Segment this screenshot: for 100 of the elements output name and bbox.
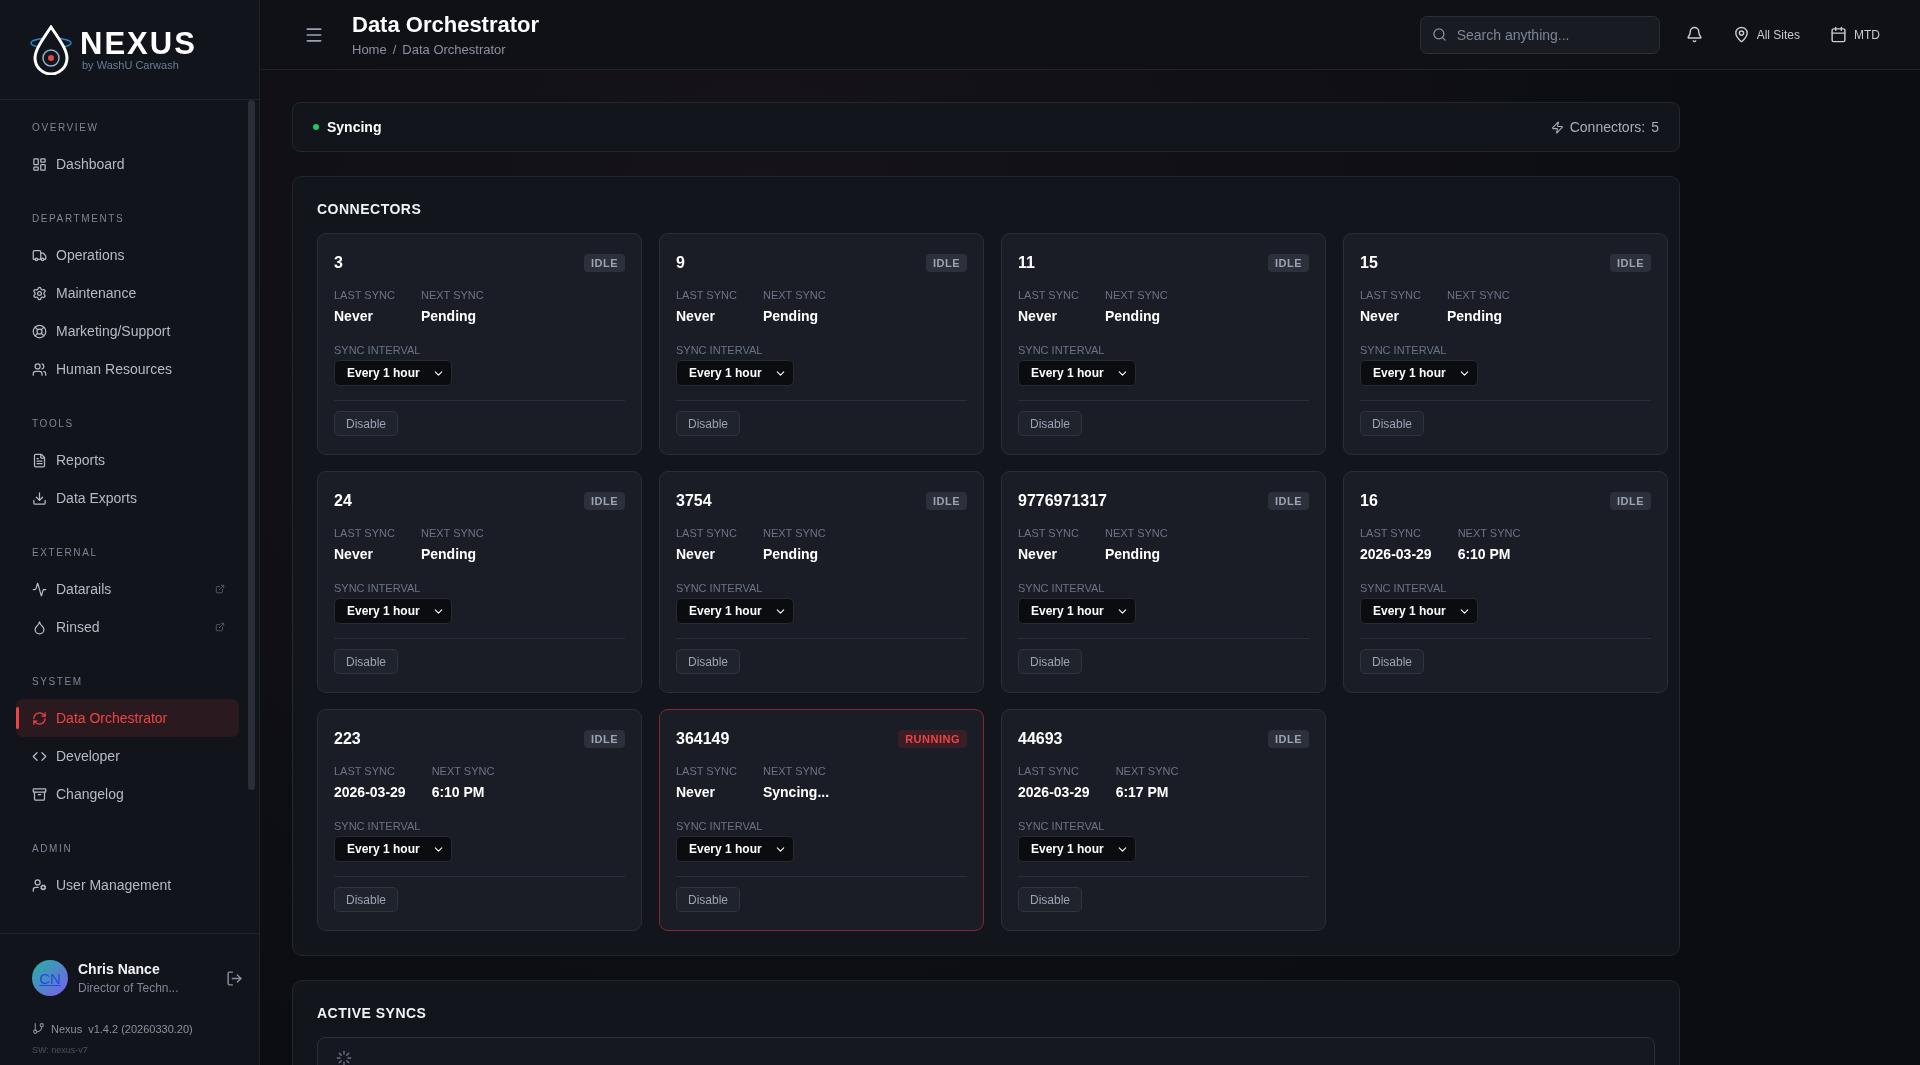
interval-select[interactable]: Every 1 hour xyxy=(1360,598,1478,624)
disable-button[interactable]: Disable xyxy=(1360,649,1425,674)
status-badge: IDLE xyxy=(583,254,625,272)
version-text: v1.4.2 (20260330.20) xyxy=(88,1022,193,1035)
connector-name: 11 xyxy=(1018,254,1035,272)
field-label: LAST SYNC xyxy=(1360,527,1422,539)
disable-button[interactable]: Disable xyxy=(676,887,741,912)
section-heading: CONNECTORS xyxy=(317,201,423,217)
status-badge: IDLE xyxy=(925,492,967,510)
disable-button[interactable]: Disable xyxy=(1018,649,1083,674)
nav-item[interactable]: Operations xyxy=(16,236,239,274)
nav-item[interactable]: Maintenance xyxy=(16,274,239,312)
interval-select[interactable]: Every 1 hour xyxy=(1360,360,1478,386)
field-label: LAST SYNC xyxy=(334,289,395,301)
section-title: TOOLS xyxy=(32,418,75,429)
interval-select[interactable]: Every 1 hour xyxy=(676,598,794,624)
disable-button[interactable]: Disable xyxy=(334,649,399,674)
section-title: ADMIN xyxy=(32,843,74,854)
next-sync-value: Syncing... xyxy=(762,784,830,800)
nav-item[interactable]: Developer xyxy=(16,737,239,775)
last-sync-value: Never xyxy=(676,308,716,324)
next-sync-value: Pending xyxy=(1446,308,1504,324)
last-sync-value: Never xyxy=(676,546,716,562)
user-name: Chris Nance xyxy=(78,961,161,977)
field-label: LAST SYNC xyxy=(676,527,737,539)
nav-item[interactable]: Datarails xyxy=(16,570,239,608)
interval-select[interactable]: Every 1 hour xyxy=(676,836,794,862)
field-label: LAST SYNC xyxy=(1018,527,1079,539)
site-selector[interactable]: All Sites xyxy=(1732,26,1800,43)
status-badge: IDLE xyxy=(1267,254,1309,272)
field-label: NEXT SYNC xyxy=(1115,765,1179,777)
section-title: DEPARTMENTS xyxy=(32,213,126,224)
last-sync-value: Never xyxy=(334,308,374,324)
disable-button[interactable]: Disable xyxy=(676,411,741,436)
connectors-label: Connectors: xyxy=(1569,119,1646,135)
interval-select[interactable]: Every 1 hour xyxy=(1018,598,1136,624)
interval-select[interactable]: Every 1 hour xyxy=(334,598,452,624)
next-sync-value: 6:10 PM xyxy=(431,784,486,800)
field-label: NEXT SYNC xyxy=(1446,289,1510,301)
status-badge: IDLE xyxy=(1267,492,1309,510)
nav-item[interactable]: Reports xyxy=(16,441,239,479)
field-label: SYNC INTERVAL xyxy=(1018,820,1106,832)
page-title: Data Orchestrator xyxy=(352,12,540,38)
field-label: NEXT SYNC xyxy=(1457,527,1521,539)
disable-button[interactable]: Disable xyxy=(334,887,399,912)
last-sync-value: 2026-03-29 xyxy=(1360,546,1432,562)
interval-select[interactable]: Every 1 hour xyxy=(1018,360,1136,386)
nav-item[interactable]: Human Resources xyxy=(16,350,239,388)
connector-name: 223 xyxy=(334,730,361,748)
field-label: SYNC INTERVAL xyxy=(1360,582,1448,594)
disable-button[interactable]: Disable xyxy=(1018,887,1083,912)
disable-button[interactable]: Disable xyxy=(1360,411,1425,436)
status-badge: IDLE xyxy=(1609,254,1651,272)
field-label: LAST SYNC xyxy=(334,527,395,539)
logo-subtitle: by WashU Carwash xyxy=(82,59,180,71)
breadcrumb-link[interactable]: Home xyxy=(352,42,387,57)
nav-item[interactable]: Rinsed xyxy=(16,608,239,646)
disable-button[interactable]: Disable xyxy=(334,411,399,436)
field-label: SYNC INTERVAL xyxy=(676,344,764,356)
next-sync-value: Pending xyxy=(762,546,820,562)
status-label: Syncing xyxy=(327,119,382,135)
period-selector[interactable]: MTD xyxy=(1830,26,1880,43)
nav-item[interactable]: Data Orchestrator xyxy=(16,699,239,737)
status-badge: IDLE xyxy=(1267,730,1309,748)
user-role: Director of Techn... xyxy=(78,981,180,995)
nav-item[interactable]: Changelog xyxy=(16,775,239,813)
status-badge: IDLE xyxy=(583,730,625,748)
interval-select[interactable]: Every 1 hour xyxy=(334,360,452,386)
app-name: Nexus xyxy=(51,1022,83,1035)
interval-select[interactable]: Every 1 hour xyxy=(1018,836,1136,862)
nav-item[interactable]: Dashboard xyxy=(16,145,239,183)
field-label: LAST SYNC xyxy=(1018,289,1079,301)
field-label: NEXT SYNC xyxy=(1104,289,1168,301)
interval-select[interactable]: Every 1 hour xyxy=(676,360,794,386)
disable-button[interactable]: Disable xyxy=(676,649,741,674)
disable-button[interactable]: Disable xyxy=(1018,411,1083,436)
last-sync-value: Never xyxy=(1018,308,1058,324)
connector-name: 9776971317 xyxy=(1018,492,1107,510)
field-label: SYNC INTERVAL xyxy=(676,820,764,832)
field-label: LAST SYNC xyxy=(676,289,737,301)
nav-item[interactable]: User Management xyxy=(16,866,239,904)
last-sync-value: Never xyxy=(334,546,374,562)
next-sync-value: 6:10 PM xyxy=(1457,546,1512,562)
next-sync-value: Pending xyxy=(762,308,820,324)
field-label: SYNC INTERVAL xyxy=(334,582,422,594)
field-label: SYNC INTERVAL xyxy=(1360,344,1448,356)
next-sync-value: Pending xyxy=(420,308,478,324)
field-label: SYNC INTERVAL xyxy=(334,820,422,832)
nav-item[interactable]: Data Exports xyxy=(16,479,239,517)
search-field[interactable]: Search anything... xyxy=(1419,15,1660,54)
nav-item[interactable]: Marketing/Support xyxy=(16,312,239,350)
field-label: SYNC INTERVAL xyxy=(1018,344,1106,356)
next-sync-value: 6:17 PM xyxy=(1115,784,1170,800)
section-title: EXTERNAL xyxy=(32,547,99,558)
field-label: NEXT SYNC xyxy=(420,527,484,539)
field-label: LAST SYNC xyxy=(1360,289,1421,301)
last-sync-value: 2026-03-29 xyxy=(334,784,406,800)
app-logo-title: NEXUS xyxy=(80,28,197,59)
interval-select[interactable]: Every 1 hour xyxy=(334,836,452,862)
field-label: NEXT SYNC xyxy=(420,289,484,301)
